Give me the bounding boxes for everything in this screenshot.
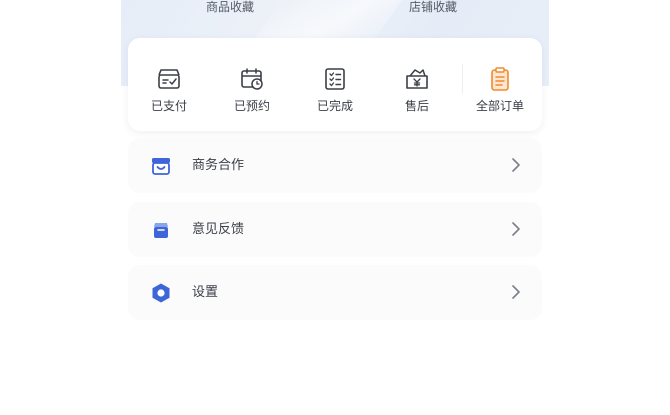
menu-item-feedback[interactable]: 意见反馈 xyxy=(128,202,542,257)
business-store-icon xyxy=(150,155,172,177)
order-scheduled[interactable]: 已预约 xyxy=(217,38,287,131)
all-orders-clipboard-icon xyxy=(486,66,514,92)
chevron-right-icon xyxy=(510,221,522,237)
menu-item-business[interactable]: 商务合作 xyxy=(128,138,542,193)
order-scheduled-label: 已预约 xyxy=(233,99,270,113)
chevron-right-icon xyxy=(510,284,522,300)
after-sales-yuan-icon xyxy=(403,66,431,92)
order-after-sales[interactable]: 售后 xyxy=(382,38,452,131)
order-all[interactable]: 全部订单 xyxy=(465,38,535,131)
profile-screen: 商品收藏 店铺收藏 已支付 已预约 已完成 售后 全部订单 商务合作 意见反馈 … xyxy=(121,0,549,415)
menu-item-settings-label: 设置 xyxy=(192,284,219,300)
settings-hexagon-icon xyxy=(150,282,172,304)
orders-divider xyxy=(462,64,463,94)
page: 商品收藏 店铺收藏 已支付 已预约 已完成 售后 全部订单 商务合作 意见反馈 … xyxy=(0,0,670,415)
menu-item-feedback-label: 意见反馈 xyxy=(192,221,245,237)
chevron-right-icon xyxy=(510,157,522,173)
order-completed[interactable]: 已完成 xyxy=(300,38,370,131)
menu-item-business-label: 商务合作 xyxy=(192,157,245,173)
scheduled-calendar-icon xyxy=(238,66,266,92)
feedback-box-icon xyxy=(150,219,172,241)
order-all-label: 全部订单 xyxy=(475,99,524,113)
completed-checklist-icon xyxy=(321,66,349,92)
menu-item-settings[interactable]: 设置 xyxy=(128,265,542,320)
paid-box-icon xyxy=(155,66,183,92)
goods-favorites-link[interactable]: 商品收藏 xyxy=(206,0,254,14)
favorites-row: 商品收藏 店铺收藏 xyxy=(121,0,549,16)
order-completed-label: 已完成 xyxy=(316,99,353,113)
orders-card: 已支付 已预约 已完成 售后 全部订单 xyxy=(128,38,542,131)
order-paid-label: 已支付 xyxy=(150,99,187,113)
order-paid[interactable]: 已支付 xyxy=(134,38,204,131)
shop-favorites-link[interactable]: 店铺收藏 xyxy=(409,0,457,14)
order-after-sales-label: 售后 xyxy=(404,99,429,113)
